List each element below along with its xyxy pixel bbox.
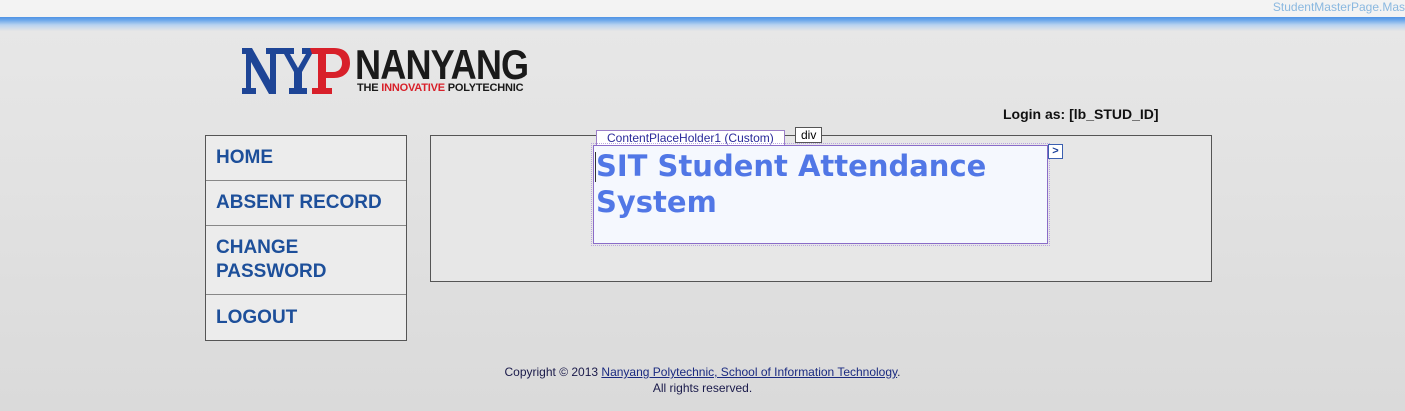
footer-copyright: Copyright © 2013 Nanyang Polytechnic, Sc… — [430, 364, 975, 380]
school-link[interactable]: Nanyang Polytechnic, School of Informati… — [601, 365, 897, 379]
menu-item-home[interactable]: HOME — [206, 136, 406, 181]
nyp-monogram-icon — [242, 48, 350, 94]
footer-rights: All rights reserved. — [652, 381, 753, 395]
smart-tag-arrow-icon[interactable]: > — [1048, 144, 1063, 159]
copyright-period: . — [897, 365, 901, 379]
header-blue-band — [0, 17, 1405, 31]
content-placeholder[interactable]: SIT Student Attendance System — [591, 143, 1050, 246]
footer: Copyright © 2013 Nanyang Polytechnic, Sc… — [430, 364, 975, 396]
menu-item-label: ABSENT RECORD — [216, 192, 382, 213]
copyright-prefix: Copyright © 2013 — [504, 365, 602, 379]
designer-top-strip: StudentMasterPage.Mas — [0, 0, 1405, 17]
side-menu: HOME ABSENT RECORD CHANGE PASSWORD LOGOU… — [205, 135, 407, 341]
div-tag-label[interactable]: div — [795, 127, 823, 143]
login-student-id: [lb_STUD_ID] — [1069, 106, 1159, 122]
nyp-logo: NANYANG THE INNOVATIVE POLYTECHNIC — [240, 42, 540, 102]
menu-item-logout[interactable]: LOGOUT — [206, 295, 406, 340]
menu-item-label: HOME — [216, 147, 273, 168]
menu-item-absent-record[interactable]: ABSENT RECORD — [206, 181, 406, 226]
master-page-name: StudentMasterPage.Mas — [1272, 0, 1405, 14]
menu-item-label: CHANGE PASSWORD — [216, 237, 327, 282]
login-label: Login as: — [1003, 106, 1066, 122]
logo-tagline: THE INNOVATIVE POLYTECHNIC — [357, 82, 524, 94]
login-status: Login as: [lb_STUD_ID] — [1003, 106, 1159, 122]
menu-item-change-password[interactable]: CHANGE PASSWORD — [206, 226, 406, 295]
menu-item-label: LOGOUT — [216, 306, 298, 328]
page-title: SIT Student Attendance System — [596, 149, 987, 219]
